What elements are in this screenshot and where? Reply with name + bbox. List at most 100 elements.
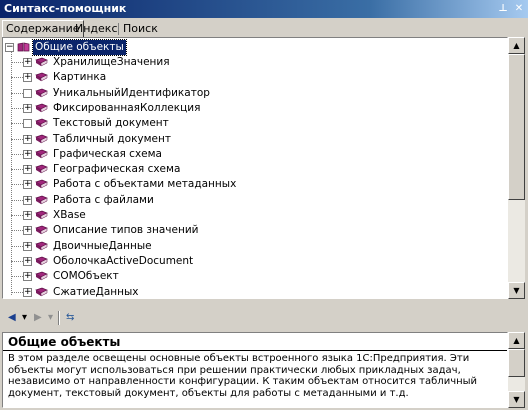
tree-connector <box>11 276 23 278</box>
tree-connector <box>11 77 23 79</box>
forward-arrow-icon[interactable]: ▶ <box>34 311 42 325</box>
desc-scroll-up-icon[interactable]: ▲ <box>508 332 525 349</box>
tab-index[interactable]: Индекс <box>72 21 121 37</box>
tree-vertical-scrollbar[interactable]: ▲ ▼ <box>508 37 525 299</box>
tree-node[interactable]: + СжатиеДанных <box>11 285 463 299</box>
tree-connector <box>11 215 23 216</box>
tree-node[interactable]: + ОболочкаActiveDocument <box>11 254 463 269</box>
expand-icon[interactable]: + <box>23 287 32 297</box>
back-arrow-icon[interactable]: ◀ <box>8 311 16 325</box>
tree-node-label[interactable]: Описание типов значений <box>53 223 198 238</box>
desc-scroll-down-icon[interactable]: ▼ <box>508 391 525 408</box>
collapse-icon[interactable]: − <box>5 43 14 52</box>
tree-node[interactable]: + Графическая схема <box>11 147 463 162</box>
tree-node-label[interactable]: Текстовый документ <box>53 116 169 131</box>
expand-icon[interactable]: + <box>23 226 32 236</box>
tab-separator <box>118 23 119 35</box>
open-book-icon <box>17 42 30 52</box>
tree-node[interactable]: + COMОбъект <box>11 269 463 284</box>
expand-icon[interactable]: + <box>23 241 32 251</box>
tree-node-label[interactable]: ДвоичныеДанные <box>53 239 152 254</box>
tree-node-label[interactable]: XBase <box>53 208 86 223</box>
title-bar: Синтакс-помощник ⊥ ✕ <box>0 0 528 18</box>
book-icon <box>35 134 48 143</box>
tree-node[interactable]: + ФиксированнаяКоллекция <box>11 101 463 116</box>
tree-root-node[interactable]: − Общие объекты <box>5 39 305 56</box>
tree-node[interactable]: + ДвоичныеДанные <box>11 239 463 254</box>
tree-node-label[interactable]: Картинка <box>53 70 106 85</box>
toolbar-separator <box>58 311 60 325</box>
expand-icon[interactable]: + <box>23 256 32 266</box>
tree-node[interactable]: УникальныйИдентификатор <box>11 86 463 101</box>
description-vertical-scrollbar[interactable]: ▲ ▼ <box>508 332 525 408</box>
tree-node[interactable]: + XBase <box>11 208 463 223</box>
contents-tree[interactable]: − Общие объекты + ХранилищеЗначения + Карти… <box>2 37 508 299</box>
desc-scroll-thumb[interactable] <box>508 349 525 377</box>
tree-node-label[interactable]: УникальныйИдентификатор <box>53 86 210 101</box>
tree-connector <box>11 138 23 140</box>
tree-node[interactable]: + Табличный документ <box>11 132 463 147</box>
tree-connector <box>11 260 23 262</box>
book-icon <box>35 88 48 97</box>
tree-node-label[interactable]: ФиксированнаяКоллекция <box>53 101 200 116</box>
sync-contents-icon[interactable]: ⇆ <box>66 311 74 325</box>
tree-node[interactable]: + Географическая схема <box>11 162 463 177</box>
syntax-assistant-window: Синтакс-помощник ⊥ ✕ Содержание Индекс П… <box>0 0 528 410</box>
navigation-toolbar: ◀ ▾ ▶ ▾ ⇆ <box>0 309 528 327</box>
tree-node[interactable]: + Описание типов значений <box>11 223 463 238</box>
expand-icon[interactable]: + <box>23 149 32 159</box>
book-icon <box>35 271 48 281</box>
pin-icon[interactable]: ⊥ <box>496 2 510 16</box>
tree-node-label[interactable]: Табличный документ <box>53 132 171 147</box>
book-icon <box>35 287 48 296</box>
book-icon <box>35 210 48 220</box>
tree-node-label[interactable]: Работа с файлами <box>53 193 154 208</box>
expand-icon[interactable]: + <box>23 134 32 144</box>
book-icon <box>35 72 48 82</box>
tree-node-label[interactable]: ХранилищеЗначения <box>53 55 170 70</box>
tree-root-label[interactable]: Общие объекты <box>32 39 127 56</box>
tree-connector <box>11 169 23 171</box>
expand-icon[interactable]: + <box>23 58 32 67</box>
tree-node-label[interactable]: COMОбъект <box>53 269 119 284</box>
tab-search[interactable]: Поиск <box>120 21 161 37</box>
tab-strip: Содержание Индекс Поиск <box>0 19 528 38</box>
forward-dropdown-icon[interactable]: ▾ <box>48 311 53 325</box>
tree-node[interactable]: + ХранилищеЗначения <box>11 55 463 70</box>
close-icon[interactable]: ✕ <box>512 2 526 16</box>
tree-node-label[interactable]: СжатиеДанных <box>53 285 139 299</box>
tree-node-label[interactable]: ОболочкаActiveDocument <box>53 254 193 269</box>
tree-node[interactable]: + Картинка <box>11 70 463 85</box>
tree-connector <box>11 62 23 63</box>
tree-node-label[interactable]: Графическая схема <box>53 147 162 162</box>
scroll-thumb[interactable] <box>508 54 525 200</box>
back-dropdown-icon[interactable]: ▾ <box>22 311 27 325</box>
expand-icon[interactable]: + <box>23 73 32 83</box>
scroll-up-icon[interactable]: ▲ <box>508 37 525 54</box>
book-icon <box>35 164 48 174</box>
expand-icon[interactable]: + <box>23 103 32 113</box>
scroll-down-icon[interactable]: ▼ <box>508 282 525 299</box>
window-title: Синтакс-помощник <box>4 2 127 15</box>
book-icon <box>35 149 48 159</box>
tree-connector <box>11 123 23 125</box>
expand-icon[interactable]: + <box>23 195 32 205</box>
expand-icon[interactable]: + <box>23 211 32 220</box>
description-heading: Общие объекты <box>3 335 507 351</box>
expand-icon[interactable]: + <box>23 165 32 175</box>
tree-connector <box>11 245 23 247</box>
tree-connector <box>11 230 23 232</box>
book-icon <box>35 118 48 128</box>
tree-line <box>11 49 12 295</box>
description-pane: Общие объекты В этом разделе освещены ос… <box>2 332 508 408</box>
tree-connector <box>11 184 23 186</box>
tree-node[interactable]: Текстовый документ <box>11 116 463 131</box>
expand-icon[interactable]: + <box>23 180 32 190</box>
tree-node-label[interactable]: Работа с объектами метаданных <box>53 177 236 192</box>
expand-icon[interactable]: + <box>23 272 32 282</box>
tree-node-label[interactable]: Географическая схема <box>53 162 180 177</box>
tree-connector <box>11 291 23 293</box>
tree-node[interactable]: + Работа с объектами метаданных <box>11 177 463 192</box>
tree-node[interactable]: + Работа с файлами <box>11 193 463 208</box>
pane-splitter[interactable] <box>0 301 528 307</box>
